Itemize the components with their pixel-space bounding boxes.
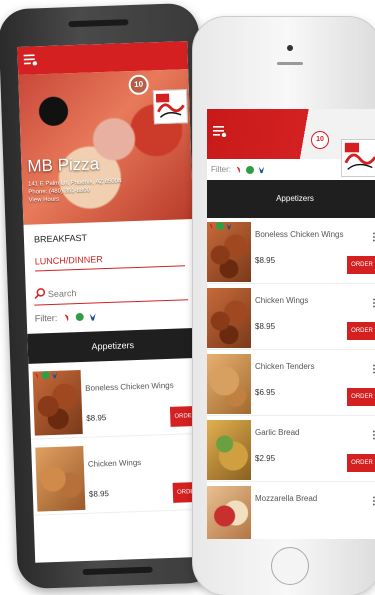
kebab-menu-icon[interactable]: ⋮ bbox=[369, 430, 375, 441]
item-price: $2.95 bbox=[255, 454, 276, 463]
front-camera bbox=[287, 45, 293, 51]
order-button[interactable]: ORDER bbox=[347, 388, 375, 406]
android-phone: 10 MB Pizza 141 E Palm Ln, Phoenix, AZ 8… bbox=[0, 2, 219, 590]
item-tags bbox=[207, 222, 233, 230]
kebab-menu-icon[interactable]: ⋮ bbox=[369, 496, 375, 507]
chili-pepper-icon[interactable] bbox=[61, 312, 71, 322]
menu-item: Chicken Wings $8.95 ORDER bbox=[31, 441, 204, 516]
menu-item: Chicken Tenders ⋮ $6.95 ORDER bbox=[207, 350, 375, 416]
category-header: Appetizers bbox=[27, 327, 199, 364]
search-icon bbox=[34, 288, 46, 300]
android-bottom-speaker bbox=[82, 566, 153, 576]
item-price: $8.95 bbox=[88, 489, 110, 499]
search-bar bbox=[33, 280, 189, 306]
item-tags bbox=[33, 371, 59, 380]
chicken-icon[interactable] bbox=[87, 311, 97, 321]
hamburger-menu-icon[interactable] bbox=[213, 125, 227, 137]
vegetarian-leaf-icon bbox=[41, 371, 50, 380]
home-button[interactable] bbox=[271, 547, 309, 585]
chicken-icon[interactable] bbox=[257, 165, 266, 174]
item-title: Mozzarella Bread bbox=[255, 494, 318, 503]
filter-label: Filter: bbox=[211, 165, 231, 174]
item-price: $8.95 bbox=[255, 256, 276, 265]
item-image bbox=[207, 354, 251, 414]
item-image bbox=[35, 445, 86, 512]
category-header: Appetizers bbox=[207, 180, 375, 218]
order-button[interactable]: ORDER bbox=[347, 454, 375, 472]
vegetarian-leaf-icon[interactable] bbox=[75, 312, 84, 322]
search-input[interactable] bbox=[47, 280, 189, 304]
filter-row: Filter: bbox=[34, 308, 189, 324]
item-price: $8.95 bbox=[255, 322, 276, 331]
item-price: $6.95 bbox=[255, 388, 276, 397]
item-title: Boneless Chicken Wings bbox=[255, 230, 344, 239]
restaurant-hero: 10 MB Pizza 141 E Palm Ln, Phoenix, AZ 8… bbox=[18, 69, 194, 225]
chicken-icon bbox=[226, 223, 232, 230]
hamburger-menu-icon[interactable] bbox=[23, 53, 38, 66]
item-image bbox=[207, 288, 251, 348]
earpiece bbox=[277, 62, 303, 65]
restaurant-name: MB Pizza bbox=[27, 154, 100, 176]
filter-label: Filter: bbox=[34, 312, 58, 324]
item-image bbox=[207, 222, 251, 282]
active-section-underline bbox=[35, 265, 186, 272]
kebab-menu-icon[interactable]: ⋮ bbox=[369, 232, 375, 243]
mb-pizza-logo bbox=[152, 89, 189, 125]
menu-item: Mozzarella Bread ⋮ bbox=[207, 482, 375, 539]
kebab-menu-icon[interactable]: ⋮ bbox=[369, 298, 375, 309]
vegetarian-leaf-icon[interactable] bbox=[246, 165, 254, 174]
vegetarian-leaf-icon bbox=[216, 222, 224, 230]
chili-pepper-icon bbox=[35, 373, 39, 379]
menu-item: Chicken Wings ⋮ $8.95 ORDER bbox=[207, 284, 375, 350]
menu-item: Boneless Chicken Wings ⋮ $8.95 ORDER bbox=[207, 218, 375, 284]
iphone-screen: 10 Filter: Appetizers Boneless Chicken W… bbox=[207, 109, 375, 539]
item-image bbox=[207, 420, 251, 480]
iphone: 10 Filter: Appetizers Boneless Chicken W… bbox=[192, 16, 375, 595]
cart-count-badge[interactable]: 10 bbox=[311, 131, 329, 149]
menu-item: Garlic Bread ⋮ $2.95 ORDER bbox=[207, 416, 375, 482]
mb-pizza-logo bbox=[341, 139, 375, 177]
kebab-menu-icon[interactable]: ⋮ bbox=[369, 364, 375, 375]
chicken-icon bbox=[52, 372, 58, 379]
order-button[interactable]: ORDER bbox=[347, 322, 375, 340]
restaurant-address: 141 E Palm Ln, Phoenix, AZ 85004 Phone: … bbox=[28, 177, 122, 204]
item-image bbox=[207, 486, 251, 539]
item-title: Boneless Chicken Wings bbox=[85, 380, 174, 393]
item-title: Chicken Wings bbox=[87, 457, 142, 469]
item-title: Garlic Bread bbox=[255, 428, 300, 437]
chili-pepper-icon[interactable] bbox=[234, 165, 243, 174]
cart-count-badge[interactable]: 10 bbox=[128, 74, 149, 96]
chili-pepper-icon bbox=[209, 223, 213, 230]
order-button[interactable]: ORDER bbox=[347, 256, 375, 274]
item-price: $8.95 bbox=[86, 413, 107, 423]
item-image bbox=[32, 370, 83, 436]
android-screen: 10 MB Pizza 141 E Palm Ln, Phoenix, AZ 8… bbox=[17, 41, 206, 563]
iphone-top-bar: 10 bbox=[207, 109, 375, 177]
android-speaker bbox=[68, 19, 129, 28]
menu-item: Boneless Chicken Wings $8.95 ORDER bbox=[28, 365, 201, 440]
item-title: Chicken Wings bbox=[255, 296, 309, 305]
item-title: Chicken Tenders bbox=[255, 362, 315, 371]
